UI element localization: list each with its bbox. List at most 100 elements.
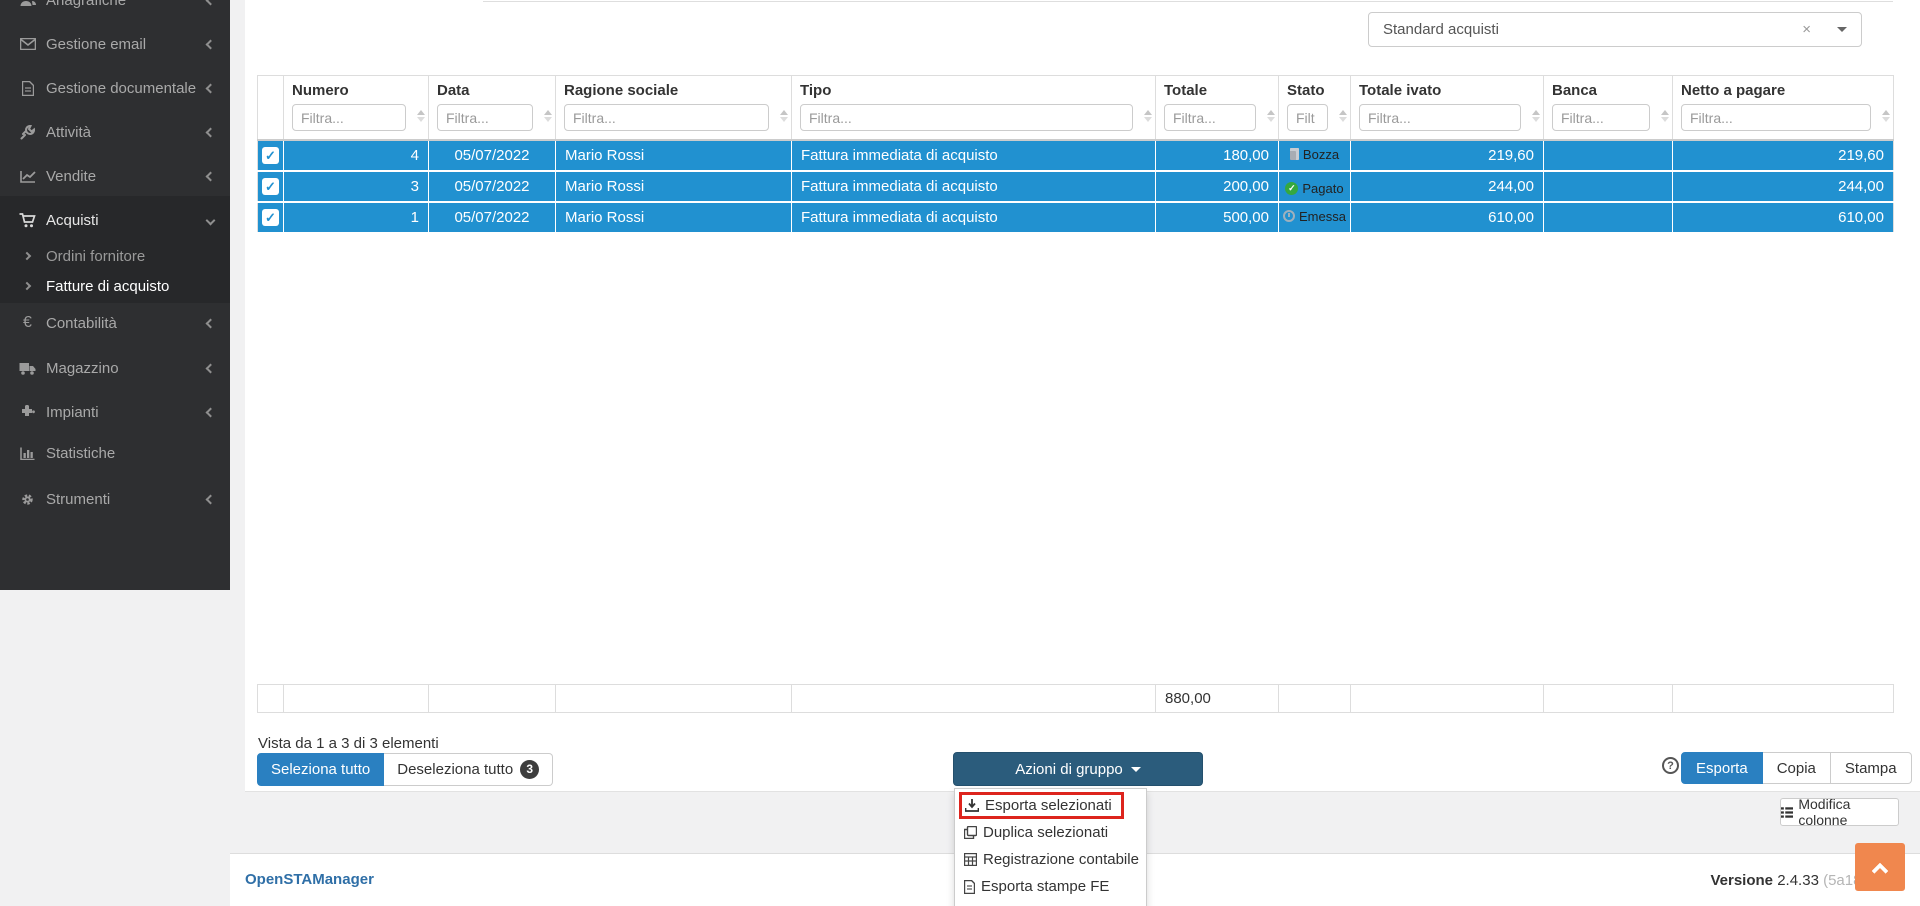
table-row-selected[interactable]: ✓ 3 05/07/2022 Mario Rossi Fattura immed…: [257, 170, 1894, 203]
file-invoice-icon: [964, 879, 975, 894]
sort-icons[interactable]: [544, 110, 552, 122]
select-all-button[interactable]: Seleziona tutto: [257, 753, 385, 786]
sidebar-item-label: Impianti: [46, 403, 99, 421]
sort-icons[interactable]: [780, 110, 788, 122]
sidebar-item-gestione-email[interactable]: Gestione email: [0, 29, 230, 59]
sidebar-item-statistiche[interactable]: Statistiche: [0, 438, 230, 468]
chevron-left-icon: [205, 318, 216, 328]
header-row: Numero Data Ragione sociale: [257, 75, 1894, 141]
col-header-banca[interactable]: Banca: [1543, 75, 1673, 141]
chevron-down-icon[interactable]: [1837, 27, 1847, 32]
sidebar-item-vendite[interactable]: Vendite: [0, 161, 230, 191]
filter-input-data[interactable]: [437, 104, 533, 131]
cell-data: 05/07/2022: [428, 139, 556, 172]
download-icon: [965, 799, 979, 812]
clock-icon: [1283, 210, 1296, 223]
menu-item-esporta-stampe-fe[interactable]: Esporta stampe FE: [955, 873, 1146, 900]
clear-selection-icon[interactable]: ×: [1802, 21, 1811, 38]
group-actions-button[interactable]: Azioni di gruppo: [953, 752, 1203, 786]
sidebar-item-gestione-documentale[interactable]: Gestione documentale: [0, 73, 230, 103]
sort-icons[interactable]: [1532, 110, 1540, 122]
filter-input-numero[interactable]: [292, 104, 406, 131]
cell-tipo: Fattura immediata di acquisto: [791, 170, 1156, 203]
row-select-cell[interactable]: ✓: [257, 139, 284, 172]
help-icon[interactable]: ?: [1662, 757, 1679, 774]
edit-columns-button[interactable]: Modifica colonne: [1780, 796, 1899, 828]
sort-icons[interactable]: [417, 110, 425, 122]
sort-icons[interactable]: [1339, 110, 1347, 122]
sidebar-item-label: Statistiche: [46, 444, 116, 462]
col-header-totale[interactable]: Totale: [1155, 75, 1279, 141]
sidebar-item-contabilita[interactable]: € Contabilità: [0, 308, 230, 338]
export-button-group: Esporta Copia Stampa: [1681, 752, 1912, 784]
status-badge: Bozza: [1289, 147, 1339, 162]
sidebar: Anagrafiche Gestione email Gestione docu…: [0, 0, 230, 590]
row-select-cell[interactable]: ✓: [257, 170, 284, 203]
sidebar-item-impianti[interactable]: Impianti: [0, 397, 230, 427]
chevron-left-icon: [205, 363, 216, 373]
sidebar-subitem-fatture-di-acquisto[interactable]: Fatture di acquisto: [0, 273, 230, 299]
sort-icons[interactable]: [1144, 110, 1152, 122]
print-template-select[interactable]: Standard acquisti ×: [1368, 12, 1862, 47]
filter-input-ragione-sociale[interactable]: [564, 104, 769, 131]
filter-input-tipo[interactable]: [800, 104, 1133, 131]
chevron-left-icon: [205, 127, 216, 137]
sidebar-item-strumenti[interactable]: Strumenti: [0, 484, 230, 514]
col-header-tipo[interactable]: Tipo: [791, 75, 1156, 141]
chevron-left-icon: [205, 0, 216, 5]
cell-totale: 200,00: [1155, 170, 1279, 203]
sidebar-item-attivita[interactable]: Attività: [0, 117, 230, 147]
copy-button[interactable]: Copia: [1762, 752, 1831, 784]
cell-netto-a-pagare: 610,00: [1672, 201, 1894, 234]
filter-input-netto-a-pagare[interactable]: [1681, 104, 1871, 131]
chevron-left-icon: [205, 407, 216, 417]
scroll-to-top-button[interactable]: [1855, 843, 1905, 891]
brand-link[interactable]: OpenSTAManager: [245, 871, 374, 888]
deselect-all-button[interactable]: Deseleziona tutto 3: [384, 753, 554, 786]
filter-input-totale-ivato[interactable]: [1359, 104, 1521, 131]
cell-data: 05/07/2022: [428, 201, 556, 234]
chevron-up-icon: [1871, 862, 1889, 879]
table-row-selected[interactable]: ✓ 1 05/07/2022 Mario Rossi Fattura immed…: [257, 201, 1894, 234]
cell-totale-ivato: 219,60: [1350, 139, 1544, 172]
chevron-left-icon: [205, 83, 216, 93]
cell-stato: Emessa: [1278, 201, 1351, 234]
col-header-totale-ivato[interactable]: Totale ivato: [1350, 75, 1544, 141]
sidebar-subitem-label: Ordini fornitore: [46, 247, 146, 265]
col-header-netto-a-pagare[interactable]: Netto a pagare: [1672, 75, 1894, 141]
col-header-data[interactable]: Data: [428, 75, 556, 141]
print-button[interactable]: Stampa: [1830, 752, 1912, 784]
filter-input-banca[interactable]: [1552, 104, 1650, 131]
chevron-down-icon: [205, 215, 216, 225]
menu-item-esporta-selezionati[interactable]: Esporta selezionati: [955, 792, 1146, 819]
sort-icons[interactable]: [1661, 110, 1669, 122]
chart-line-icon: [19, 170, 36, 183]
sidebar-item-acquisti[interactable]: Acquisti: [0, 205, 230, 235]
menu-item-registrazione-contabile[interactable]: Registrazione contabile: [955, 846, 1146, 873]
col-header-stato[interactable]: Stato: [1278, 75, 1351, 141]
col-header-ragione-sociale[interactable]: Ragione sociale: [555, 75, 792, 141]
sidebar-item-label: Contabilità: [46, 314, 117, 332]
document-icon: [19, 80, 36, 96]
table-row-selected[interactable]: ✓ 4 05/07/2022 Mario Rossi Fattura immed…: [257, 139, 1894, 172]
sidebar-subitem-ordini-fornitore[interactable]: Ordini fornitore: [0, 243, 230, 269]
cell-numero: 3: [283, 170, 429, 203]
filter-input-stato[interactable]: [1287, 104, 1328, 131]
sidebar-item-label: Attività: [46, 123, 92, 141]
export-button[interactable]: Esporta: [1681, 752, 1763, 784]
menu-item-esporta-xml[interactable]: Esporta XML: [955, 900, 1146, 906]
chevron-right-icon: [22, 251, 32, 261]
check-square-icon: ✓: [262, 178, 279, 196]
select-value: Standard acquisti: [1383, 21, 1499, 38]
cell-numero: 4: [283, 139, 429, 172]
selected-count-badge: 3: [520, 760, 540, 779]
col-header-numero[interactable]: Numero: [283, 75, 429, 141]
row-select-cell[interactable]: ✓: [257, 201, 284, 234]
filter-input-totale[interactable]: [1164, 104, 1256, 131]
sort-icons[interactable]: [1882, 110, 1890, 122]
menu-item-duplica-selezionati[interactable]: Duplica selezionati: [955, 819, 1146, 846]
cell-netto-a-pagare: 244,00: [1672, 170, 1894, 203]
sidebar-item-magazzino[interactable]: Magazzino: [0, 353, 230, 383]
sort-icons[interactable]: [1267, 110, 1275, 122]
sidebar-item-anagrafiche[interactable]: Anagrafiche: [0, 0, 230, 15]
